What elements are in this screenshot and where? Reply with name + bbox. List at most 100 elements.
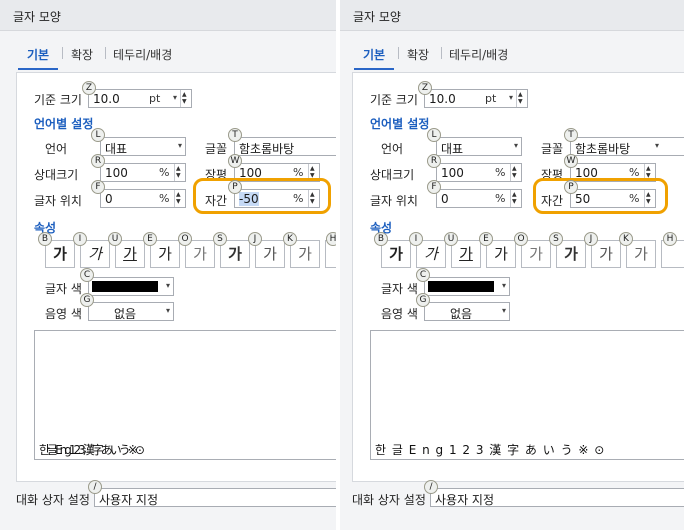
chevron-down-icon[interactable]: ▾	[173, 93, 177, 102]
shortcut-key-badge: I	[73, 232, 87, 246]
shortcut-key-badge: K	[283, 232, 297, 246]
chevron-down-icon: ▾	[165, 281, 170, 290]
shortcut-key-badge: J	[248, 232, 262, 246]
spin-buttons[interactable]: ▲ ▼	[510, 164, 521, 181]
spin-buttons[interactable]: ▲ ▼	[308, 190, 319, 207]
shortcut-key-badge: S	[549, 232, 563, 246]
font-select[interactable]: 함초롬바탕	[234, 137, 336, 156]
font-label: 글꼴	[205, 142, 228, 156]
spin-buttons[interactable]: ▲ ▼	[174, 190, 185, 207]
spin-buttons[interactable]: ▲ ▼	[510, 190, 521, 207]
spin-buttons[interactable]: ▲ ▼	[644, 190, 655, 207]
tab-bar: 기본 확장 테두리/배경	[340, 34, 684, 70]
char-position-value: 0	[441, 192, 449, 206]
preview-box: 한글Eng123漢字あいう※⊙	[34, 330, 336, 460]
spacing-label: 자간	[205, 194, 228, 208]
shortcut-key-badge: E	[143, 232, 157, 246]
tab-border-background[interactable]: 테두리/배경	[449, 46, 508, 63]
spin-buttons[interactable]: ▲ ▼	[180, 90, 191, 107]
relative-size-field[interactable]: 100 % ▲ ▼	[436, 163, 522, 182]
spin-buttons[interactable]: ▲ ▼	[516, 90, 527, 107]
tab-basic[interactable]: 기본	[363, 46, 385, 63]
shortcut-key-badge: W	[564, 154, 578, 168]
shortcut-key-badge: T	[228, 128, 242, 142]
shade-color-label: 음영 색	[45, 307, 82, 321]
dialog-settings-field[interactable]: 사용자 지정	[94, 488, 336, 507]
font-value: 함초롬바탕	[575, 142, 631, 156]
text-color-picker[interactable]: ▾	[424, 277, 510, 296]
chevron-down-icon[interactable]: ▾	[509, 93, 513, 102]
spacing-field[interactable]: -50 % ▲ ▼	[234, 189, 320, 208]
tab-separator	[441, 47, 442, 59]
shade-color-picker[interactable]: 없음 ▾	[88, 302, 174, 321]
char-position-label: 글자 위치	[370, 194, 418, 208]
relative-size-field[interactable]: 100 % ▲ ▼	[100, 163, 186, 182]
dialog-settings-label: 대화 상자 설정	[352, 493, 426, 507]
shortcut-key-badge: W	[228, 154, 242, 168]
shortcut-key-badge: S	[213, 232, 227, 246]
tab-extended[interactable]: 확장	[407, 46, 429, 63]
dialog-titlebar: 글자 모양	[0, 0, 336, 31]
shade-color-label: 음영 색	[381, 307, 418, 321]
base-size-value: 10.0	[93, 92, 120, 106]
dialog-settings-field[interactable]: 사용자 지정	[430, 488, 684, 507]
shortcut-key-badge: C	[416, 268, 430, 282]
percent-unit: %	[629, 192, 640, 205]
shortcut-key-badge: E	[479, 232, 493, 246]
spacing-field[interactable]: 50 % ▲ ▼	[570, 189, 656, 208]
percent-unit: %	[159, 192, 170, 205]
preview-box: 한 글 E n g 1 2 3 漢 字 あ い う ※ ⊙	[370, 330, 684, 460]
tab-separator	[62, 47, 63, 59]
language-select[interactable]: 대표 ▾	[100, 137, 186, 156]
base-size-unit: pt	[485, 92, 497, 105]
spacing-value: 50	[575, 192, 591, 206]
color-swatch	[92, 281, 158, 292]
tab-bar: 기본 확장 테두리/배경	[0, 34, 336, 70]
percent-unit: %	[495, 192, 506, 205]
char-position-field[interactable]: 0 % ▲ ▼	[436, 189, 522, 208]
shortcut-key-badge: U	[108, 232, 122, 246]
chevron-down-icon: ▾	[177, 141, 182, 150]
tab-extended[interactable]: 확장	[71, 46, 93, 63]
relative-size-label: 상대크기	[34, 168, 79, 182]
preview-text: 한글Eng123漢字あいう※⊙	[39, 443, 145, 457]
preview-text: 한 글 E n g 1 2 3 漢 字 あ い う ※ ⊙	[375, 443, 606, 457]
shade-color-value: 없음	[114, 307, 137, 321]
shortcut-key-badge: K	[619, 232, 633, 246]
dialog-title: 글자 모양	[353, 10, 401, 24]
shortcut-key-badge: J	[584, 232, 598, 246]
shortcut-key-badge: F	[427, 180, 441, 194]
shortcut-key-badge: Z	[82, 81, 96, 95]
shortcut-key-badge: L	[427, 128, 441, 142]
language-group-label: 언어별 설정	[370, 117, 430, 131]
active-tab-indicator	[354, 68, 394, 70]
relative-size-label: 상대크기	[370, 168, 415, 182]
language-select[interactable]: 대표 ▾	[436, 137, 522, 156]
chevron-down-icon: ▾	[513, 141, 518, 150]
shade-color-picker[interactable]: 없음 ▾	[424, 302, 510, 321]
font-select[interactable]: 함초롬바탕 ▾	[570, 137, 684, 156]
base-size-field[interactable]: 10.0 pt ▾ ▲ ▼	[88, 89, 192, 108]
language-label: 언어	[381, 142, 404, 156]
tab-basic[interactable]: 기본	[27, 46, 49, 63]
base-size-value: 10.0	[429, 92, 456, 106]
base-size-field[interactable]: 10.0 pt ▾ ▲ ▼	[424, 89, 528, 108]
char-position-label: 글자 위치	[34, 194, 82, 208]
shortcut-key-badge: R	[427, 154, 441, 168]
shortcut-key-badge: B	[38, 232, 52, 246]
shortcut-key-badge: I	[409, 232, 423, 246]
shortcut-key-badge: O	[514, 232, 528, 246]
shortcut-key-badge: L	[91, 128, 105, 142]
percent-unit: %	[159, 166, 170, 179]
color-swatch	[428, 281, 494, 292]
chevron-down-icon: ▾	[654, 141, 659, 150]
language-group-label: 언어별 설정	[34, 117, 94, 131]
shortcut-key-badge: G	[80, 293, 94, 307]
spin-buttons[interactable]: ▲ ▼	[174, 164, 185, 181]
tab-border-background[interactable]: 테두리/배경	[113, 46, 172, 63]
dialog-settings-label: 대화 상자 설정	[16, 493, 90, 507]
text-color-label: 글자 색	[45, 282, 82, 296]
text-color-label: 글자 색	[381, 282, 418, 296]
text-color-picker[interactable]: ▾	[88, 277, 174, 296]
char-position-field[interactable]: 0 % ▲ ▼	[100, 189, 186, 208]
